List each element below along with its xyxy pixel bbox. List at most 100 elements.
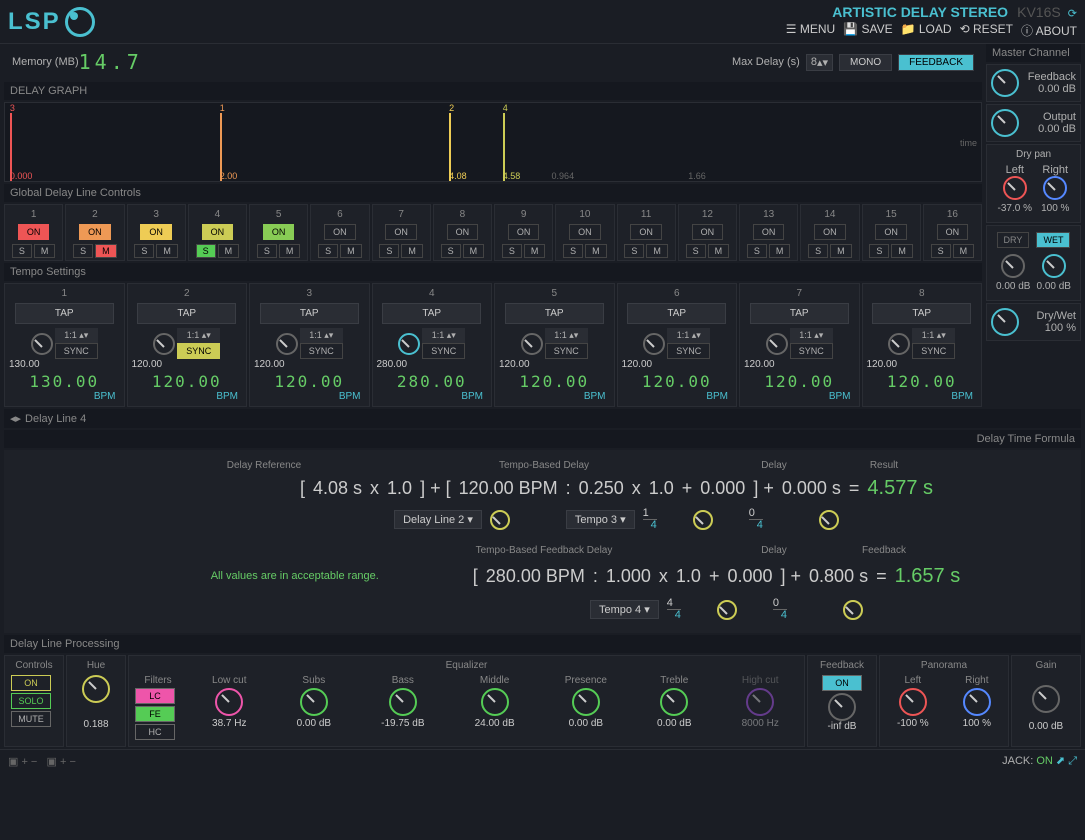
mute-button[interactable]: M: [769, 244, 791, 258]
ratio-spinner[interactable]: 1:1 ▴▾: [177, 328, 220, 343]
on-button[interactable]: ON: [630, 224, 662, 240]
delay-line-section[interactable]: ◂▸ Delay Line 4: [4, 409, 1081, 428]
tempo-select-delay[interactable]: Tempo 3 ▾: [566, 510, 635, 529]
mute-button[interactable]: M: [218, 244, 240, 258]
max-delay-spinner[interactable]: 8 ▴▾: [806, 54, 833, 71]
dry-button[interactable]: DRY: [997, 232, 1030, 248]
mute-button[interactable]: M: [953, 244, 975, 258]
solo-button[interactable]: S: [747, 244, 767, 258]
mute-button[interactable]: M: [585, 244, 607, 258]
tempo-knob[interactable]: [276, 333, 298, 355]
on-button[interactable]: ON: [508, 224, 540, 240]
hc-filter-button[interactable]: HC: [135, 724, 175, 740]
mute-button[interactable]: M: [34, 244, 56, 258]
mute-button[interactable]: M: [156, 244, 178, 258]
ratio-spinner[interactable]: 1:1 ▴▾: [912, 328, 955, 343]
tempo-knob[interactable]: [766, 333, 788, 355]
delay-offset-knob[interactable]: [819, 510, 839, 530]
lc-filter-button[interactable]: LC: [135, 688, 175, 704]
mute-button[interactable]: M: [708, 244, 730, 258]
solo-button[interactable]: S: [686, 244, 706, 258]
delay-graph[interactable]: time 30.00012.0024.0844.580.9641.66: [4, 102, 982, 182]
drywet-knob[interactable]: [991, 308, 1019, 336]
dry-knob[interactable]: [1001, 254, 1025, 278]
sync-button[interactable]: SYNC: [177, 343, 220, 359]
load-button[interactable]: 📁 LOAD: [901, 22, 952, 39]
solo-button[interactable]: S: [624, 244, 644, 258]
on-button[interactable]: ON: [202, 224, 234, 240]
footer-icons[interactable]: ⬈ ⤢: [1056, 755, 1077, 767]
tap-button[interactable]: TAP: [15, 303, 114, 324]
solo-button[interactable]: S: [318, 244, 338, 258]
footer-left-icons[interactable]: ▣ + − ▣ + −: [8, 755, 76, 768]
proc-mute-button[interactable]: MUTE: [11, 711, 51, 727]
help-icon[interactable]: ⟳: [1068, 8, 1077, 20]
proc-on-button[interactable]: ON: [11, 675, 51, 691]
feedback-button[interactable]: FEEDBACK: [898, 54, 974, 71]
tap-button[interactable]: TAP: [750, 303, 849, 324]
sync-button[interactable]: SYNC: [667, 343, 710, 359]
ratio-spinner[interactable]: 1:1 ▴▾: [545, 328, 588, 343]
mono-button[interactable]: MONO: [839, 54, 892, 71]
mute-button[interactable]: M: [830, 244, 852, 258]
fb-mul-knob[interactable]: [717, 600, 737, 620]
eq-knob[interactable]: [300, 688, 328, 716]
sync-button[interactable]: SYNC: [790, 343, 833, 359]
tempo-knob[interactable]: [31, 333, 53, 355]
delay-ref-select[interactable]: Delay Line 2 ▾: [394, 510, 482, 529]
tempo-knob[interactable]: [643, 333, 665, 355]
eq-knob[interactable]: [481, 688, 509, 716]
pan-right-knob[interactable]: [963, 688, 991, 716]
ref-mul-knob[interactable]: [490, 510, 510, 530]
output-knob[interactable]: [991, 109, 1019, 137]
sync-button[interactable]: SYNC: [545, 343, 588, 359]
hue-knob[interactable]: [82, 675, 110, 703]
tempo-knob[interactable]: [888, 333, 910, 355]
on-button[interactable]: ON: [814, 224, 846, 240]
tempo-mul-knob[interactable]: [693, 510, 713, 530]
solo-button[interactable]: S: [869, 244, 889, 258]
feedback-knob[interactable]: [991, 69, 1019, 97]
on-button[interactable]: ON: [324, 224, 356, 240]
about-button[interactable]: ⓘ ABOUT: [1021, 22, 1077, 39]
on-button[interactable]: ON: [385, 224, 417, 240]
solo-button[interactable]: S: [502, 244, 522, 258]
fb-delay-knob[interactable]: [843, 600, 863, 620]
wet-button[interactable]: WET: [1036, 232, 1070, 248]
solo-button[interactable]: S: [441, 244, 461, 258]
solo-button[interactable]: S: [563, 244, 583, 258]
ratio-spinner[interactable]: 1:1 ▴▾: [667, 328, 710, 343]
tap-button[interactable]: TAP: [505, 303, 604, 324]
tap-button[interactable]: TAP: [260, 303, 359, 324]
on-button[interactable]: ON: [692, 224, 724, 240]
gain-knob[interactable]: [1032, 685, 1060, 713]
solo-button[interactable]: S: [931, 244, 951, 258]
ratio-spinner[interactable]: 1:1 ▴▾: [55, 328, 98, 343]
eq-knob[interactable]: [215, 688, 243, 716]
mute-button[interactable]: M: [463, 244, 485, 258]
mute-button[interactable]: M: [279, 244, 301, 258]
tempo-select-fb[interactable]: Tempo 4 ▾: [590, 600, 659, 619]
tempo-knob[interactable]: [398, 333, 420, 355]
eq-knob[interactable]: [389, 688, 417, 716]
sync-button[interactable]: SYNC: [912, 343, 955, 359]
on-button[interactable]: ON: [263, 224, 295, 240]
solo-button[interactable]: S: [134, 244, 154, 258]
solo-button[interactable]: S: [73, 244, 93, 258]
solo-button[interactable]: S: [12, 244, 32, 258]
on-button[interactable]: ON: [875, 224, 907, 240]
tap-button[interactable]: TAP: [137, 303, 236, 324]
solo-button[interactable]: S: [808, 244, 828, 258]
tap-button[interactable]: TAP: [627, 303, 726, 324]
dry-pan-left-knob[interactable]: [1003, 176, 1027, 200]
sync-button[interactable]: SYNC: [55, 343, 98, 359]
on-button[interactable]: ON: [140, 224, 172, 240]
pan-left-knob[interactable]: [899, 688, 927, 716]
mute-button[interactable]: M: [340, 244, 362, 258]
tempo-knob[interactable]: [153, 333, 175, 355]
proc-solo-button[interactable]: SOLO: [11, 693, 51, 709]
feedback-on-button[interactable]: ON: [822, 675, 862, 691]
eq-knob[interactable]: [660, 688, 688, 716]
save-button[interactable]: 💾 SAVE: [843, 22, 892, 39]
eq-knob[interactable]: [746, 688, 774, 716]
